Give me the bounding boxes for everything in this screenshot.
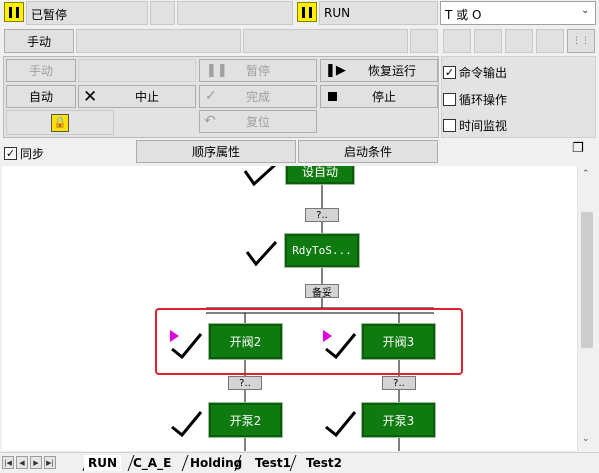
step-done-check [245, 240, 278, 267]
mode-label: RUN [319, 1, 438, 25]
tab-c-a-e[interactable]: C_A_E [129, 455, 175, 471]
row2-cell-e [474, 29, 502, 53]
abort-button[interactable]: ✕ 中止 [78, 85, 196, 108]
operator-combo[interactable]: T 或 O ⌄ [440, 1, 596, 25]
sync-label: 同步 [20, 147, 45, 161]
status-cell-b [177, 1, 293, 25]
active-marker-icon [323, 330, 332, 342]
scroll-thumb[interactable] [581, 212, 593, 348]
diagram-lines [155, 166, 463, 451]
run-paused-icon [297, 2, 317, 22]
tab-run[interactable]: RUN [84, 455, 122, 471]
command-output-checkbox[interactable]: ✓ 命令输出 [443, 64, 507, 81]
abort-x-icon: ✕ [83, 87, 98, 107]
time-monitor-label: 时间监视 [459, 119, 508, 133]
lock-icon[interactable]: 🔒 [51, 113, 69, 132]
tab-test2[interactable]: Test2 [302, 455, 346, 471]
row2-cell-b [243, 29, 408, 53]
panel-blank-cell [78, 59, 196, 82]
reset-button[interactable]: ↶ 复位 [199, 110, 317, 133]
step-open-pump-3[interactable]: 开泵3 [361, 402, 436, 438]
reset-icon: ↶ [204, 113, 216, 129]
combo-value: T 或 O [445, 8, 482, 22]
row2-cell-a [76, 29, 241, 53]
step-done-check [243, 166, 277, 187]
manual-button[interactable]: 手动 [6, 59, 76, 82]
transition-4[interactable]: ?.. [382, 376, 416, 390]
transition-3[interactable]: ?.. [228, 376, 262, 390]
pause-icon: ❚❚ [206, 63, 228, 78]
sync-box: ✓ [4, 147, 17, 160]
paused-state-icon [4, 2, 24, 22]
step-set-auto[interactable]: 设自动 [285, 166, 355, 185]
row2-cell-g [536, 29, 564, 53]
loop-box [443, 93, 456, 106]
stop-icon [328, 92, 337, 101]
first-tab-icon[interactable]: |◀ [2, 456, 14, 469]
state-label: 已暂停 [26, 1, 148, 25]
resume-icon: ❚▶ [325, 63, 346, 78]
resume-label: 恢复运行 [367, 64, 416, 78]
resume-button[interactable]: ❚▶ 恢复运行 [320, 59, 438, 82]
chevron-down-icon: ⌄ [581, 5, 590, 16]
row2-cell-c [410, 29, 438, 53]
abort-label: 中止 [134, 90, 159, 104]
transition-2[interactable]: 备妥 [305, 284, 339, 299]
reset-label: 复位 [245, 115, 270, 129]
layout-grid-icon[interactable]: ⋮⋮ [567, 29, 595, 53]
step-done-check [325, 411, 357, 438]
next-tab-icon[interactable]: ▶ [30, 456, 42, 469]
step-open-valve-2[interactable]: 开阀2 [208, 323, 283, 360]
row2-cell-f [505, 29, 533, 53]
stop-label: 停止 [371, 90, 396, 104]
pause-label: 暂停 [245, 64, 270, 78]
prev-tab-icon[interactable]: ◀ [16, 456, 28, 469]
stop-button[interactable]: 停止 [320, 85, 438, 108]
lock-slot: 🔒 [6, 110, 114, 135]
step-done-check [171, 411, 203, 438]
restore-window-icon[interactable]: ❐ [572, 141, 592, 159]
last-tab-icon[interactable]: ▶| [44, 456, 56, 469]
start-conditions-button[interactable]: 启动条件 [298, 140, 438, 163]
step-open-pump-2[interactable]: 开泵2 [208, 402, 283, 438]
transition-1[interactable]: ?.. [305, 208, 339, 222]
sequence-tabs-bar: |◀ ◀ ▶ ▶| RUN C_A_E Holding Test1 Test2 [0, 452, 599, 472]
active-marker-icon [170, 330, 179, 342]
status-cell-a [150, 1, 175, 25]
auto-button[interactable]: 自动 [6, 85, 76, 108]
row2-cell-d [443, 29, 471, 53]
tab-holding[interactable]: Holding [186, 455, 246, 471]
command-output-box: ✓ [443, 66, 456, 79]
scroll-down-icon[interactable]: ⌄ [582, 434, 590, 444]
time-monitor-box [443, 119, 456, 132]
complete-button[interactable]: ✓ 完成 [199, 85, 317, 108]
sync-checkbox[interactable]: ✓ 同步 [4, 145, 44, 162]
command-output-label: 命令输出 [459, 66, 508, 80]
scroll-up-icon[interactable]: ⌃ [582, 169, 590, 179]
loop-label: 循环操作 [459, 93, 508, 107]
sequence-properties-button[interactable]: 顺序属性 [136, 140, 296, 163]
complete-label: 完成 [245, 90, 270, 104]
step-open-valve-3[interactable]: 开阀3 [361, 323, 436, 360]
manual-mode-label[interactable]: 手动 [4, 29, 74, 53]
step-rdytos[interactable]: RdyToS... [284, 233, 360, 268]
time-monitor-checkbox[interactable]: 时间监视 [443, 117, 507, 134]
step-done-check [325, 333, 357, 360]
loop-checkbox[interactable]: 循环操作 [443, 91, 507, 108]
sequence-diagram: 设自动 ?.. RdyToS... 备妥 开阀2 开阀3 ?.. ?.. 开泵2… [2, 166, 577, 451]
tab-test1[interactable]: Test1 [251, 455, 295, 471]
pause-button[interactable]: ❚❚ 暂停 [199, 59, 317, 82]
vertical-scrollbar[interactable]: ⌃ ⌄ [577, 166, 596, 451]
check-icon: ✓ [205, 88, 217, 104]
